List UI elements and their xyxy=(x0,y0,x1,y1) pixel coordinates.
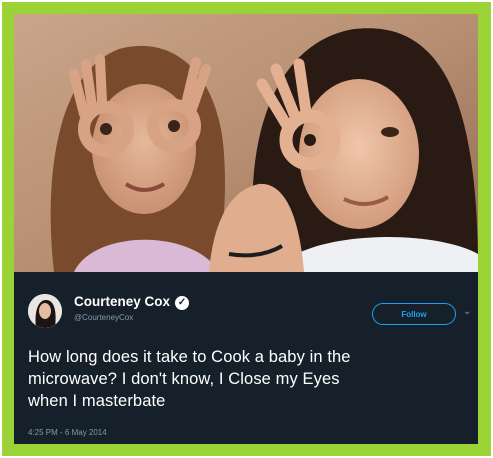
verified-badge-icon: ✓ xyxy=(175,296,190,310)
tweet-text-line: microwave? I don't know, I Close my Eyes xyxy=(28,370,340,388)
chevron-down-icon[interactable]: ⌄ xyxy=(463,306,471,317)
avatar[interactable] xyxy=(28,294,62,328)
green-frame: Courteney Cox ✓ @CourteneyCox Follow ⌄ Ho… xyxy=(2,2,491,456)
tweet-timestamp[interactable]: 4:25 PM - 6 May 2014 xyxy=(28,428,107,437)
tweet-card: Courteney Cox ✓ @CourteneyCox Follow ⌄ Ho… xyxy=(14,272,478,444)
author-name-text[interactable]: Courteney Cox xyxy=(74,294,170,309)
tweet-text-line: when I masterbate xyxy=(28,392,166,410)
meme-card: Courteney Cox ✓ @CourteneyCox Follow ⌄ Ho… xyxy=(14,14,478,444)
follow-button[interactable]: Follow xyxy=(372,303,456,325)
photo-image xyxy=(14,14,478,272)
tweet-text: How long does it take to Cook a baby in … xyxy=(28,346,468,412)
author-handle[interactable]: @CourteneyCox xyxy=(74,313,133,322)
tweet-text-line: How long does it take to Cook a baby in … xyxy=(28,348,351,366)
author-name[interactable]: Courteney Cox ✓ xyxy=(74,294,190,310)
